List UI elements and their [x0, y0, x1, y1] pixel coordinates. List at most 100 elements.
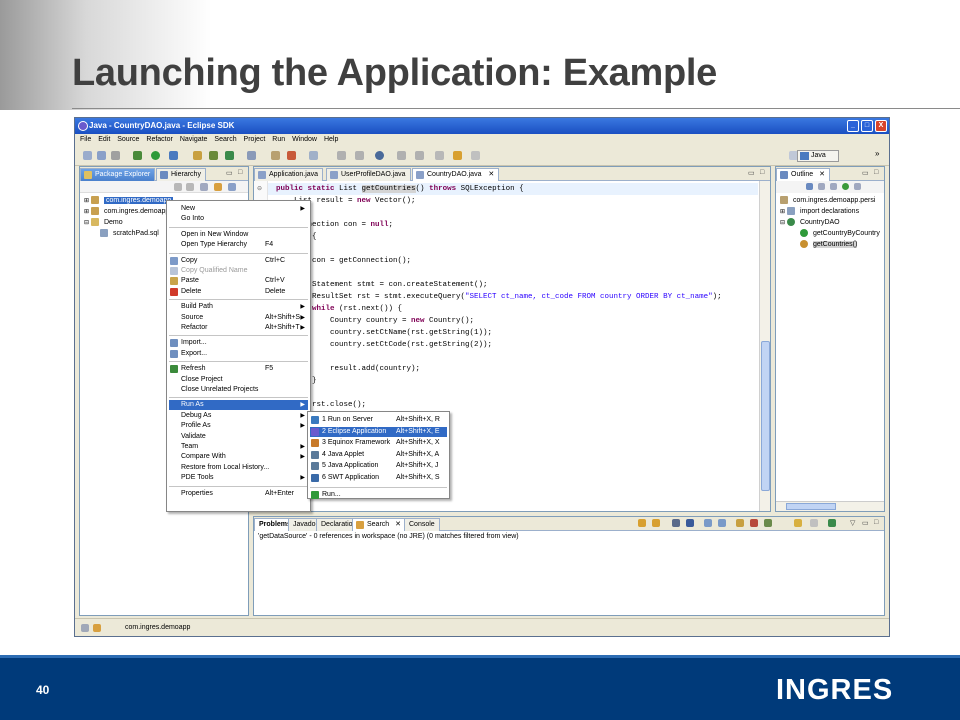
- new-package-icon[interactable]: [209, 151, 218, 160]
- hide-nonpublic-icon[interactable]: [842, 183, 849, 190]
- menu-item-source[interactable]: Source Alt+Shift+S ▶: [169, 313, 308, 323]
- run-as-item-3-equinox-framework[interactable]: 3 Equinox Framework Alt+Shift+X, X: [310, 438, 447, 448]
- web-browser-icon[interactable]: [375, 151, 384, 160]
- hide-static-icon[interactable]: [830, 183, 837, 190]
- new-icon[interactable]: [83, 151, 92, 160]
- menu-item-copy[interactable]: Copy Ctrl+C: [169, 256, 308, 266]
- java-perspective-button[interactable]: Java: [797, 150, 839, 162]
- menu-item-open-in-new-window[interactable]: Open in New Window: [169, 230, 308, 240]
- menu-item-pde-tools[interactable]: PDE Tools ▶: [169, 473, 308, 483]
- next-match-icon[interactable]: [638, 519, 646, 527]
- menu-item-refactor[interactable]: Refactor Alt+Shift+T ▶: [169, 323, 308, 333]
- remove-match-icon[interactable]: [672, 519, 680, 527]
- editor-scrollbar-thumb[interactable]: [761, 341, 770, 491]
- outline-hscrollbar[interactable]: [776, 501, 884, 511]
- outline-item-package[interactable]: com.ingres.demoapp.persi: [780, 195, 875, 206]
- menu-item-run-as[interactable]: Run As ▶: [169, 400, 308, 411]
- outline-item-class[interactable]: ⊟ CountryDAO: [780, 217, 840, 228]
- menu-item-go-into[interactable]: Go Into: [169, 214, 308, 224]
- menu-item-compare-with[interactable]: Compare With ▶: [169, 452, 308, 462]
- menu-item-close-unrelated-projects[interactable]: Close Unrelated Projects: [169, 385, 308, 395]
- close-tab-icon[interactable]: ✕: [488, 171, 494, 178]
- maximize-view-icon[interactable]: □: [238, 169, 242, 176]
- tree-item-project[interactable]: ⊞ com.ingres.demoapp: [84, 206, 169, 217]
- tab-application-java[interactable]: Application.java: [254, 168, 324, 181]
- collapse-all-icon[interactable]: [718, 519, 726, 527]
- run-as-item-4-java-applet[interactable]: 4 Java Applet Alt+Shift+X, A: [310, 450, 447, 460]
- pin-view-icon[interactable]: [764, 519, 772, 527]
- close-tab-icon[interactable]: ✕: [395, 521, 401, 528]
- tab-package-explorer[interactable]: Package Explorer: [80, 168, 156, 181]
- collapse-icon[interactable]: ⊟: [780, 220, 785, 226]
- view-menu-icon[interactable]: [228, 183, 236, 191]
- menu-item-refresh[interactable]: Refresh F5: [169, 364, 308, 374]
- new-java-project-icon[interactable]: [193, 151, 202, 160]
- menu-item-build-path[interactable]: Build Path ▶: [169, 302, 308, 312]
- edit-icon[interactable]: [337, 151, 346, 160]
- external-tools-icon[interactable]: [169, 151, 178, 160]
- outline-item-imports[interactable]: ⊞ import declarations: [780, 206, 859, 217]
- tab-countrydao-java[interactable]: CountryDAO.java ✕: [412, 168, 500, 181]
- menu-search[interactable]: Search: [214, 134, 236, 146]
- maximize-view-icon[interactable]: □: [874, 169, 878, 176]
- tree-item-project[interactable]: ⊞ com.ingres.demoapp: [84, 195, 174, 206]
- minimize-editor-icon[interactable]: ▭: [748, 169, 755, 177]
- toggle-mark-icon[interactable]: [287, 151, 296, 160]
- maximize-view-icon[interactable]: □: [874, 519, 878, 526]
- previous-match-icon[interactable]: [652, 519, 660, 527]
- maximize-button[interactable]: □: [861, 120, 873, 132]
- search-history-icon[interactable]: [750, 519, 758, 527]
- filter-icon[interactable]: [794, 519, 802, 527]
- minimize-view-icon[interactable]: ▭: [862, 169, 869, 177]
- back-icon[interactable]: [453, 151, 462, 160]
- run-as-item-1-run-on-server[interactable]: 1 Run on Server Alt+Shift+X, R: [310, 415, 447, 425]
- menu-refactor[interactable]: Refactor: [146, 134, 172, 146]
- menu-item-close-project[interactable]: Close Project: [169, 375, 308, 385]
- next-annotation-icon[interactable]: [397, 151, 406, 160]
- maximize-editor-icon[interactable]: □: [760, 169, 764, 176]
- expand-icon[interactable]: ⊞: [84, 198, 89, 204]
- minimize-view-icon[interactable]: ▭: [862, 519, 869, 527]
- cancel-search-icon[interactable]: [736, 519, 744, 527]
- expand-icon[interactable]: ⊞: [84, 209, 89, 215]
- search-icon[interactable]: [309, 151, 318, 160]
- tree-item-scratchpad[interactable]: scratchPad.sql: [100, 228, 159, 239]
- collapse-all-icon[interactable]: [200, 183, 208, 191]
- menu-item-import[interactable]: Import...: [169, 338, 308, 348]
- forward-nav-icon[interactable]: [186, 183, 194, 191]
- tab-outline[interactable]: Outline ✕: [776, 168, 831, 181]
- open-type-icon[interactable]: [247, 151, 256, 160]
- menu-item-open-type-hierarchy[interactable]: Open Type Hierarchy F4: [169, 240, 308, 250]
- menu-edit[interactable]: Edit: [98, 134, 110, 146]
- minimize-button[interactable]: _: [847, 120, 859, 132]
- menu-navigate[interactable]: Navigate: [180, 134, 208, 146]
- save-icon[interactable]: [97, 151, 106, 160]
- menu-run[interactable]: Run: [272, 134, 285, 146]
- previous-annotation-icon[interactable]: [415, 151, 424, 160]
- editor-scrollbar[interactable]: [759, 181, 770, 511]
- fast-view-icon[interactable]: [81, 624, 89, 632]
- hide-fields-icon[interactable]: [818, 183, 825, 190]
- run-as-item-5-java-application[interactable]: 5 Java Application Alt+Shift+X, J: [310, 461, 447, 471]
- run-as-item-6-swt-application[interactable]: 6 SWT Application Alt+Shift+X, S: [310, 473, 447, 483]
- close-window-button[interactable]: X: [875, 120, 887, 132]
- menu-help[interactable]: Help: [324, 134, 338, 146]
- menu-item-new[interactable]: New ▶: [169, 204, 308, 214]
- tab-search[interactable]: Search ✕: [352, 518, 407, 531]
- print-icon[interactable]: [111, 151, 120, 160]
- menu-item-properties[interactable]: Properties Alt+Enter: [169, 489, 308, 499]
- menu-item-restore-from-local-history[interactable]: Restore from Local History...: [169, 463, 308, 473]
- run-icon[interactable]: [151, 151, 160, 160]
- remove-all-icon[interactable]: [686, 519, 694, 527]
- menu-source[interactable]: Source: [117, 134, 139, 146]
- layout-icon[interactable]: [810, 519, 818, 527]
- menu-project[interactable]: Project: [244, 134, 266, 146]
- open-task-icon[interactable]: [271, 151, 280, 160]
- run-as-item-2-eclipse-application[interactable]: 2 Eclipse Application Alt+Shift+X, E: [310, 426, 447, 437]
- menu-item-profile-as[interactable]: Profile As ▶: [169, 421, 308, 431]
- sort-icon[interactable]: [806, 183, 813, 190]
- menu-item-debug-as[interactable]: Debug As ▶: [169, 411, 308, 421]
- outline-hscrollbar-thumb[interactable]: [786, 503, 836, 510]
- new-class-icon[interactable]: [225, 151, 234, 160]
- more-perspectives-button[interactable]: »: [875, 149, 879, 158]
